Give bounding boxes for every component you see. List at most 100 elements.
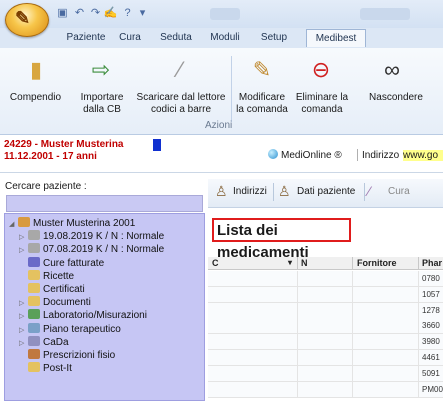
medionline-link[interactable]: MediOnline ® — [281, 150, 342, 161]
edit-order-button[interactable]: Modificare la comanda — [234, 92, 290, 116]
tree-node[interactable]: ▷ Documenti — [19, 296, 91, 309]
tree-node[interactable]: Ricette — [19, 269, 74, 283]
address-label: Indirizzo — [362, 150, 400, 161]
table-row[interactable] — [208, 365, 443, 382]
tab-paziente[interactable]: Paziente — [56, 28, 116, 48]
table-row[interactable] — [208, 271, 443, 287]
application-menu-button[interactable]: ✎ — [5, 3, 49, 37]
column-header-fornitore[interactable]: Fornitore — [357, 257, 397, 269]
tree-node[interactable]: Certificati — [19, 283, 85, 296]
tree-node-label: Muster Musterina 2001 — [33, 218, 136, 229]
tree-node[interactable]: ◢ Muster Musterina 2001 — [9, 217, 135, 230]
tree-node[interactable]: ▷ 19.08.2019 K / N : Normale — [19, 230, 164, 243]
hide-button[interactable]: Nascondere — [362, 92, 430, 104]
medionline-globe-icon — [268, 149, 278, 159]
pharmacode-cell: 1278 — [422, 305, 440, 315]
expand-arrow-icon[interactable]: ▷ — [19, 297, 28, 310]
tab-setup[interactable]: Setup — [256, 28, 292, 48]
column-header-c[interactable]: C — [212, 257, 219, 269]
column-gridline — [352, 381, 353, 397]
tree-node[interactable]: ▷ 07.08.2019 K / N : Normale — [19, 243, 164, 256]
tree-node-label: CaDa — [43, 336, 69, 348]
patient-search-input[interactable] — [6, 195, 203, 212]
expand-arrow-icon[interactable]: ◢ — [9, 218, 18, 231]
tree-node-label: 19.08.2019 K / N : Normale — [43, 231, 165, 243]
treatment-icon: ⁄ — [368, 183, 371, 199]
invoice-icon — [28, 256, 40, 267]
patient-tree: ◢ Muster Musterina 2001 ▷ 19.08.2019 K / N … — [4, 213, 205, 401]
column-gridline — [352, 365, 353, 381]
expand-arrow-icon[interactable]: ▷ — [19, 310, 28, 323]
tree-node-label: 07.08.2019 K / N : Normale — [43, 244, 165, 256]
patient-icon — [18, 217, 30, 227]
tree-node[interactable]: ▷ Laboratorio/Misurazioni — [19, 309, 147, 322]
edit-order-icon: ✎ — [252, 57, 272, 82]
lab-icon — [28, 309, 40, 320]
expand-arrow-icon[interactable]: ▷ — [19, 324, 28, 337]
search-label: Cercare paziente : — [5, 181, 87, 192]
address-field[interactable]: www.go — [403, 150, 443, 161]
tab-seduta[interactable]: Seduta — [154, 28, 198, 48]
patient-status-marker — [153, 139, 161, 151]
column-gridline — [352, 350, 353, 365]
book-icon: ▮ — [29, 57, 43, 82]
consultation-icon — [28, 230, 40, 241]
expand-arrow-icon[interactable]: ▷ — [19, 337, 28, 350]
undo-icon[interactable]: ↶ — [72, 6, 87, 20]
import-button[interactable]: Importare dalla CB — [74, 92, 130, 116]
save-icon[interactable]: ▣ — [55, 6, 70, 20]
column-gridline — [418, 365, 419, 381]
expand-arrow-icon[interactable]: ▷ — [19, 244, 28, 257]
help-icon[interactable]: ? — [120, 6, 135, 20]
patient-data-button[interactable]: Dati paziente — [297, 186, 355, 197]
column-gridline — [297, 350, 298, 365]
tree-node[interactable]: Post-It — [19, 362, 72, 375]
folder-icon — [28, 362, 40, 373]
tree-node[interactable]: ▷ CaDa — [19, 335, 69, 350]
addresses-button[interactable]: Indirizzi — [233, 186, 267, 197]
pharmacode-cell: 1057 — [422, 289, 440, 299]
column-gridline — [352, 318, 353, 334]
delete-order-button[interactable]: Eliminare la comanda — [293, 92, 351, 116]
table-row[interactable] — [208, 286, 443, 303]
treatment-button[interactable]: Cura — [388, 186, 410, 197]
tree-node[interactable]: Prescrizioni fisio — [19, 349, 115, 362]
pharmacode-cell: 3980 — [422, 337, 440, 347]
sort-dropdown-icon[interactable]: ▾ — [288, 257, 292, 269]
column-header-n[interactable]: N — [301, 257, 308, 269]
expand-arrow-icon[interactable]: ▷ — [19, 231, 28, 244]
pen-icon[interactable]: ✍ — [103, 6, 118, 20]
barcode-reader-icon: ⁄ — [178, 57, 182, 82]
physio-icon — [28, 349, 40, 359]
column-gridline — [297, 271, 298, 286]
pharmacode-cell: 3660 — [422, 321, 440, 331]
tab-medibest[interactable]: Medibest — [306, 29, 366, 47]
column-header-pharmacode[interactable]: Phar — [422, 257, 442, 269]
barcode-download-button[interactable]: Scaricare dal lettore codici a barre — [134, 92, 228, 116]
tree-node-label: Laboratorio/Misurazioni — [43, 310, 147, 322]
table-row[interactable] — [208, 350, 443, 366]
column-gridline — [418, 350, 419, 365]
tree-node-label: Piano terapeutico — [43, 323, 121, 335]
compendio-button[interactable]: Compendio — [3, 92, 68, 104]
grid-header — [208, 257, 443, 270]
column-gridline — [352, 334, 353, 350]
tree-node-label: Post-It — [43, 363, 72, 375]
table-row[interactable] — [208, 381, 443, 398]
table-row[interactable] — [208, 334, 443, 351]
tree-node[interactable]: Cure fatturate — [19, 256, 104, 270]
table-row[interactable] — [208, 302, 443, 319]
cada-icon — [28, 335, 40, 346]
delete-order-icon: ⊖ — [311, 57, 331, 82]
folder-icon — [28, 269, 40, 280]
app-logo-icon: ✎ — [15, 8, 31, 28]
redo-icon[interactable]: ↷ — [88, 6, 103, 20]
tree-node[interactable]: ▷ Piano terapeutico — [19, 322, 121, 337]
dropdown-icon[interactable]: ▾ — [135, 6, 150, 20]
table-row[interactable] — [208, 318, 443, 335]
tab-moduli[interactable]: Moduli — [203, 28, 247, 48]
pharmacode-cell: 4461 — [422, 353, 440, 362]
column-gridline — [352, 302, 353, 318]
tab-cura[interactable]: Cura — [112, 28, 148, 48]
column-separator — [297, 257, 298, 269]
